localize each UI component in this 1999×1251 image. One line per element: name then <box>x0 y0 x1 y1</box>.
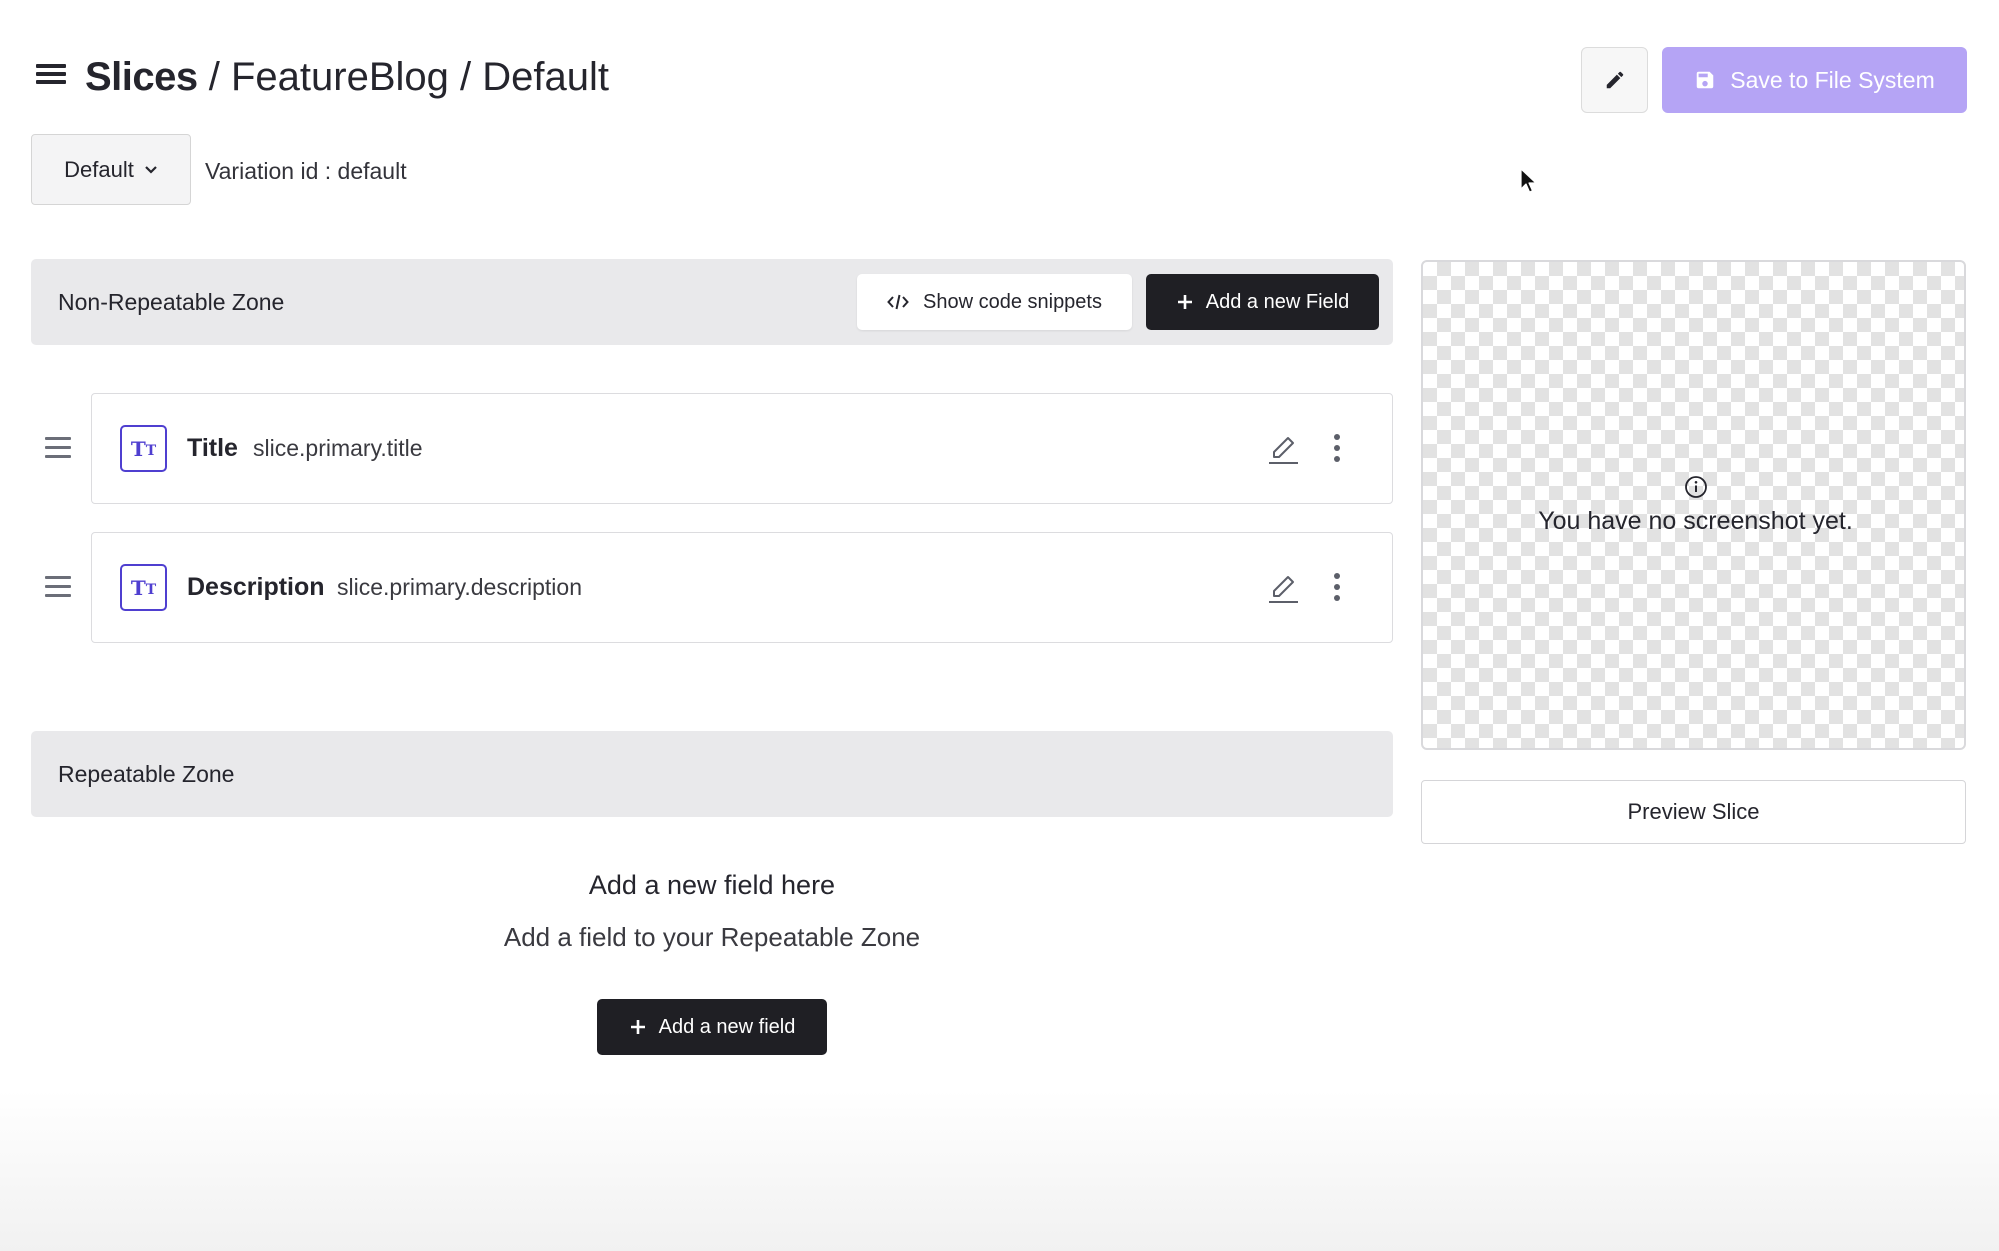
breadcrumb-root[interactable]: Slices <box>85 55 198 99</box>
breadcrumb: Slices / FeatureBlog / Default <box>85 52 609 102</box>
save-button-label: Save to File System <box>1730 66 1935 93</box>
add-repeatable-field-label: Add a new field <box>658 1015 796 1038</box>
field-row[interactable]: TT Description slice.primary.description <box>91 532 1393 643</box>
save-icon <box>1696 71 1714 89</box>
save-to-file-system-button[interactable]: Save to File System <box>1662 47 1967 113</box>
pencil-icon <box>1606 71 1623 89</box>
show-code-snippets-button[interactable]: Show code snippets <box>857 274 1132 330</box>
edit-field-icon[interactable] <box>1267 571 1301 605</box>
preview-slice-button[interactable]: Preview Slice <box>1421 780 1966 844</box>
edit-slice-button[interactable] <box>1581 47 1648 113</box>
variation-id: Variation id : default <box>205 158 407 184</box>
preview-slice-label: Preview Slice <box>1627 799 1760 824</box>
zone-title: Repeatable Zone <box>58 761 235 787</box>
screenshot-placeholder: You have no screenshot yet. <box>1421 260 1966 750</box>
empty-state-heading: Add a new field here <box>588 870 836 900</box>
show-code-snippets-label: Show code snippets <box>922 290 1102 313</box>
empty-state-subtext: Add a field to your Repeatable Zone <box>503 922 921 952</box>
more-options-icon[interactable] <box>1330 569 1344 605</box>
text-type-icon: TT <box>120 425 167 472</box>
info-icon <box>1684 476 1707 498</box>
field-key: slice.primary.description <box>337 574 582 600</box>
variation-select-value: Default <box>64 156 134 182</box>
menu-icon[interactable] <box>36 64 66 90</box>
more-options-icon[interactable] <box>1330 430 1344 466</box>
drag-handle-icon[interactable] <box>45 437 71 459</box>
field-key: slice.primary.title <box>253 435 423 461</box>
field-name: Description <box>187 573 325 601</box>
breadcrumb-path: / FeatureBlog / Default <box>197 55 609 99</box>
repeatable-zone-header: Repeatable Zone <box>31 731 1393 817</box>
mouse-cursor-icon <box>1520 168 1537 193</box>
no-screenshot-message: You have no screenshot yet. <box>1538 507 1853 535</box>
add-new-field-button[interactable]: Add a new Field <box>1146 274 1379 330</box>
code-icon <box>887 294 909 310</box>
text-type-icon: TT <box>120 564 167 611</box>
variation-select[interactable]: Default <box>31 134 191 205</box>
plus-icon <box>1177 295 1192 309</box>
add-repeatable-field-button[interactable]: Add a new field <box>597 999 827 1055</box>
plus-icon <box>630 1020 645 1034</box>
add-new-field-label: Add a new Field <box>1205 290 1350 313</box>
zone-title: Non-Repeatable Zone <box>58 289 285 315</box>
field-name: Title <box>187 434 238 462</box>
edit-field-icon[interactable] <box>1267 432 1301 466</box>
info-icon-wrap <box>1423 475 1968 499</box>
field-row[interactable]: TT Title slice.primary.title <box>91 393 1393 504</box>
drag-handle-icon[interactable] <box>45 576 71 598</box>
chevron-down-icon <box>145 165 157 174</box>
